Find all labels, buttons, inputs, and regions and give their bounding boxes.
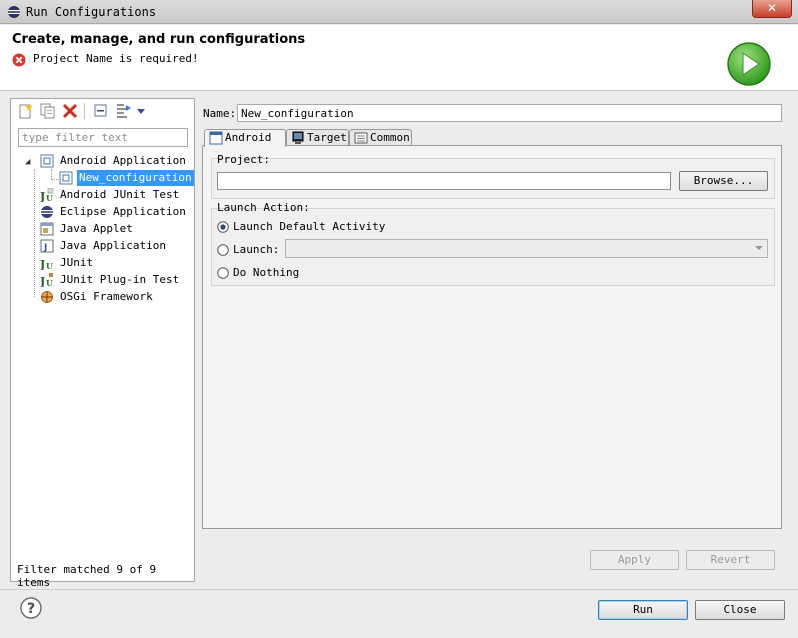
tree-item-label: New_configuration xyxy=(77,170,194,186)
tree-item-label: Java Application xyxy=(60,239,166,252)
common-settings-icon xyxy=(354,132,368,144)
svg-text:U: U xyxy=(46,278,53,287)
run-button[interactable]: Run xyxy=(598,600,688,620)
footer-separator xyxy=(0,589,798,590)
tab-common[interactable]: Common xyxy=(349,129,412,146)
title-bar: Run Configurations ✕ xyxy=(0,0,798,24)
tree-guide-line xyxy=(51,169,52,179)
name-input[interactable] xyxy=(237,104,782,122)
new-config-icon[interactable] xyxy=(17,102,35,120)
dialog-header: Create, manage, and run configurations P… xyxy=(0,25,798,91)
name-label: Name: xyxy=(203,107,237,120)
launch-action-label: Launch Action: xyxy=(217,201,310,214)
android-app-icon xyxy=(40,154,54,168)
tree-item-label: Android Application xyxy=(60,154,186,167)
tab-label: Android xyxy=(225,131,272,144)
android-config-icon xyxy=(59,171,73,185)
help-icon[interactable]: ? xyxy=(20,597,42,619)
configuration-tree-panel: ◢ Android Application New_configuration … xyxy=(10,98,195,589)
window-title: Run Configurations xyxy=(26,5,157,19)
apply-button[interactable]: Apply xyxy=(590,550,679,570)
radio-unselected-icon xyxy=(217,244,229,256)
junit-android-icon: J U xyxy=(40,188,54,202)
filter-input[interactable] xyxy=(18,128,188,147)
tree-guide-line xyxy=(34,169,35,297)
toolbar-separator xyxy=(84,103,85,119)
header-error-message: Project Name is required! xyxy=(33,52,199,65)
project-input[interactable] xyxy=(217,172,671,190)
expand-toggle-icon[interactable]: ◢ xyxy=(25,157,30,167)
window-close-button[interactable]: ✕ xyxy=(752,0,792,18)
svg-text:?: ? xyxy=(27,601,35,617)
svg-text:J: J xyxy=(43,243,47,253)
tree-guide-line xyxy=(51,179,59,180)
radio-label: Do Nothing xyxy=(233,266,300,279)
tab-content-android: Project: Browse... Launch Action: Launch… xyxy=(202,145,782,570)
revert-button[interactable]: Revert xyxy=(686,550,775,570)
svg-text:U: U xyxy=(46,261,53,270)
radio-label: Launch: xyxy=(233,243,280,256)
run-launch-icon xyxy=(727,42,771,86)
filter-menu-dropdown-icon[interactable] xyxy=(136,102,146,120)
tree-item-label: OSGi Framework xyxy=(60,290,153,303)
radio-selected-icon xyxy=(217,221,229,233)
tab-target[interactable]: Target xyxy=(286,129,349,146)
eclipse-icon xyxy=(8,6,20,18)
eclipse-icon xyxy=(41,206,53,218)
filter-configs-icon[interactable] xyxy=(115,102,133,120)
osgi-icon xyxy=(41,291,53,303)
svg-text:J: J xyxy=(40,190,45,202)
java-app-icon: J xyxy=(40,239,54,253)
project-group-label: Project: xyxy=(217,153,270,166)
svg-text:J: J xyxy=(40,275,45,287)
tree-item-label: Android JUnit Test xyxy=(60,188,180,201)
junit-icon: J U xyxy=(40,258,53,270)
close-icon: ✕ xyxy=(766,1,778,15)
filter-status: Filter matched 9 of 9 items xyxy=(17,563,157,589)
target-device-icon xyxy=(292,131,304,144)
duplicate-config-icon[interactable] xyxy=(39,102,57,120)
activity-combo xyxy=(285,239,768,258)
chevron-down-icon xyxy=(755,246,763,250)
tab-label: Common xyxy=(370,131,410,144)
radio-label: Launch Default Activity xyxy=(233,220,386,233)
android-tab-icon xyxy=(209,131,223,145)
svg-text:U: U xyxy=(46,193,53,202)
delete-config-icon[interactable] xyxy=(61,102,79,120)
tab-label: Target xyxy=(307,131,347,144)
tree-item-label: JUnit Plug-in Test xyxy=(60,273,180,286)
tree-item-label: JUnit xyxy=(60,256,94,269)
browse-button[interactable]: Browse... xyxy=(679,171,768,191)
svg-text:J: J xyxy=(40,258,45,270)
tab-android[interactable]: Android xyxy=(204,129,286,147)
radio-unselected-icon xyxy=(217,267,229,279)
collapse-all-icon[interactable] xyxy=(92,102,110,120)
junit-plugin-icon: J U xyxy=(40,273,53,287)
tree-item-label: Eclipse Application xyxy=(60,205,186,218)
error-icon xyxy=(12,53,26,67)
close-button[interactable]: Close xyxy=(695,600,785,620)
tree-item-label: Java Applet xyxy=(60,222,133,235)
header-title: Create, manage, and run configurations xyxy=(12,32,306,47)
java-applet-icon xyxy=(40,222,54,236)
